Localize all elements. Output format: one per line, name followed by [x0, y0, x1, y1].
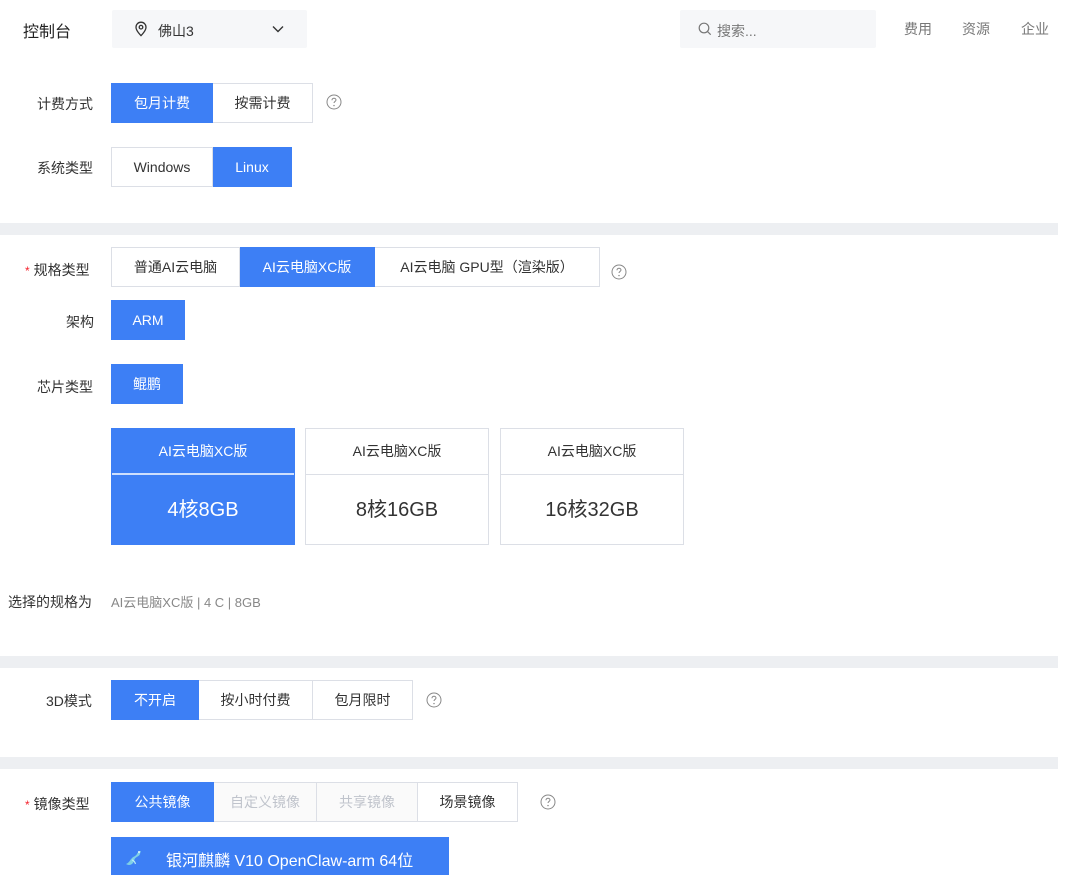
spec-type-options: 普通AI云电脑 AI云电脑XC版 AI云电脑 GPU型（渲染版）	[111, 247, 600, 287]
help-icon[interactable]	[611, 264, 627, 280]
billing-options: 包月计费 按需计费	[111, 83, 313, 123]
chip-options: 鲲鹏	[111, 364, 183, 404]
os-linux-button[interactable]: Linux	[213, 147, 292, 187]
spec-card-title: AI云电脑XC版	[112, 429, 294, 475]
spec-ai-pc-xc-button[interactable]: AI云电脑XC版	[240, 247, 375, 287]
selected-spec-value: AI云电脑XC版 | 4 C | 8GB	[111, 595, 261, 610]
region-name: 佛山3	[158, 23, 194, 39]
architecture-label: 架构	[66, 314, 94, 330]
billing-label: 计费方式	[37, 96, 93, 112]
image-type-label-text: 镜像类型	[33, 796, 90, 812]
top-bar: 控制台 佛山3 搜索... 费用 资源 企业	[0, 0, 1080, 58]
billing-on-demand-button[interactable]: 按需计费	[213, 83, 313, 123]
kylin-logo-icon	[123, 846, 145, 871]
spec-card[interactable]: AI云电脑XC版 16核32GB	[500, 428, 684, 545]
architecture-options: ARM	[111, 300, 185, 340]
image-type-options: 公共镜像 自定义镜像 共享镜像 场景镜像	[111, 782, 518, 822]
arch-arm-button[interactable]: ARM	[111, 300, 185, 340]
nav-resources-link[interactable]: 资源	[962, 19, 990, 39]
section-divider	[0, 223, 1058, 235]
search-input[interactable]: 搜索...	[680, 10, 876, 48]
os-type-label: 系统类型	[37, 160, 93, 176]
chip-type-label: 芯片类型	[37, 379, 93, 395]
selected-image-item[interactable]: 银河麒麟 V10 OpenClaw-arm 64位	[111, 837, 449, 875]
image-type-label: * 镜像类型	[25, 794, 90, 814]
spec-standard-ai-pc-button[interactable]: 普通AI云电脑	[111, 247, 240, 287]
image-scene-button[interactable]: 场景镜像	[418, 782, 518, 822]
help-icon[interactable]	[326, 94, 342, 110]
3d-monthly-button[interactable]: 包月限时	[313, 680, 413, 720]
image-custom-button[interactable]: 自定义镜像	[214, 782, 317, 822]
spec-ai-pc-gpu-button[interactable]: AI云电脑 GPU型（渲染版）	[375, 247, 600, 287]
spec-card[interactable]: AI云电脑XC版 4核8GB	[111, 428, 295, 545]
help-icon[interactable]	[540, 794, 556, 810]
spec-type-label: * 规格类型	[25, 260, 90, 280]
nav-billing-link[interactable]: 费用	[904, 19, 932, 39]
os-windows-button[interactable]: Windows	[111, 147, 213, 187]
console-title[interactable]: 控制台	[23, 18, 71, 42]
section-divider	[0, 757, 1058, 769]
required-mark: *	[25, 798, 30, 812]
search-icon	[698, 22, 712, 39]
3d-mode-label: 3D模式	[46, 693, 92, 709]
spec-card-size: 16核32GB	[545, 499, 639, 521]
spec-card[interactable]: AI云电脑XC版 8核16GB	[305, 428, 489, 545]
help-icon[interactable]	[426, 692, 442, 708]
chip-kunpeng-button[interactable]: 鲲鹏	[111, 364, 183, 404]
location-pin-icon	[134, 21, 148, 40]
spec-type-label-text: 规格类型	[33, 262, 90, 278]
image-public-button[interactable]: 公共镜像	[111, 782, 214, 822]
required-mark: *	[25, 264, 30, 278]
section-divider	[0, 656, 1058, 668]
region-selector[interactable]: 佛山3	[112, 10, 307, 48]
spec-card-title: AI云电脑XC版	[501, 429, 683, 475]
image-name: 银河麒麟 V10 OpenClaw-arm 64位	[166, 853, 414, 870]
3d-mode-options: 不开启 按小时付费 包月限时	[111, 680, 413, 720]
chevron-down-icon	[271, 22, 285, 39]
nav-enterprise-link[interactable]: 企业	[1021, 19, 1049, 39]
os-options: Windows Linux	[111, 147, 292, 187]
spec-card-size: 4核8GB	[167, 499, 239, 521]
3d-hourly-button[interactable]: 按小时付费	[199, 680, 313, 720]
spec-card-title: AI云电脑XC版	[306, 429, 488, 475]
spec-card-size: 8核16GB	[355, 499, 439, 521]
selected-spec-label: 选择的规格为	[8, 594, 92, 610]
search-placeholder: 搜索...	[717, 23, 757, 39]
image-shared-button[interactable]: 共享镜像	[317, 782, 418, 822]
billing-monthly-button[interactable]: 包月计费	[111, 83, 213, 123]
3d-off-button[interactable]: 不开启	[111, 680, 199, 720]
